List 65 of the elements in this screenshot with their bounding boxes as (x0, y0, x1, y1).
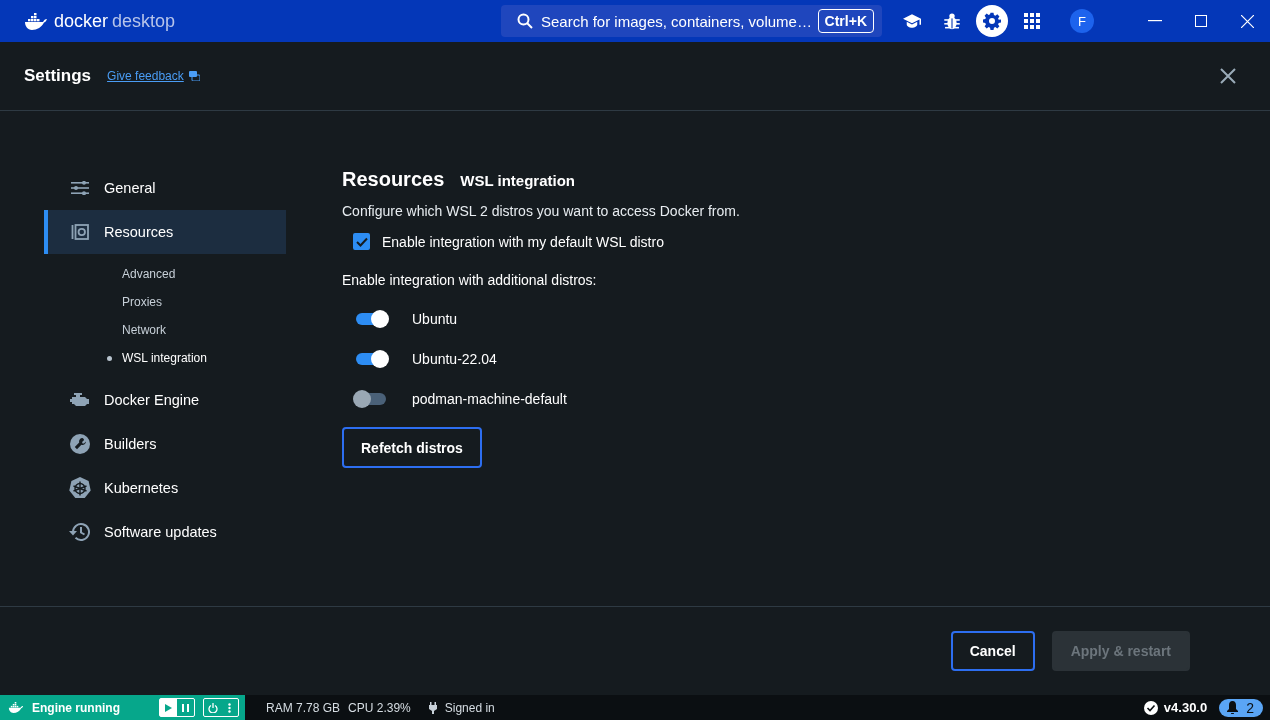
section-title: Resources (342, 168, 445, 191)
sidebar-item[interactable]: Docker Engine (44, 378, 286, 422)
description: Configure which WSL 2 distros you want to access Docker from. (342, 203, 740, 219)
toggle-switch[interactable] (356, 392, 386, 405)
helm-wheel-icon (69, 477, 91, 499)
settings-icon (983, 12, 1001, 30)
logo-text: docker (54, 10, 109, 32)
engine-status: Engine running (0, 695, 245, 720)
sidebar-subitem[interactable]: Network (44, 316, 286, 344)
section-subtitle: WSL integration (460, 172, 575, 189)
logo-text: desktop (112, 10, 176, 32)
checkbox-label: Enable integration with my default WSL distro (382, 233, 664, 250)
footer-button[interactable]: Cancel (950, 631, 1035, 671)
avatar[interactable]: F (1070, 9, 1094, 33)
notifications-badge[interactable]: 2 (1219, 698, 1263, 717)
sidebar-item[interactable]: Software updates (44, 510, 286, 554)
toggle-switch[interactable] (356, 352, 386, 365)
search-icon (517, 13, 533, 29)
toggle-switch[interactable] (356, 312, 386, 325)
sliders-icon (71, 181, 89, 195)
feedback-link[interactable]: Give feedback (107, 69, 200, 83)
wrench-icon (70, 434, 90, 454)
history-icon (69, 522, 91, 542)
more-icon[interactable] (228, 702, 231, 713)
sidebar-item[interactable]: Kubernetes (44, 466, 286, 510)
plug-icon (428, 701, 437, 714)
docker-whale-icon (24, 12, 48, 30)
engine-icon (70, 393, 90, 407)
docker-whale-icon (8, 702, 24, 713)
search-field[interactable]: Search for images, containers, volume… (541, 12, 810, 30)
play-icon[interactable] (165, 703, 172, 712)
close-icon (1240, 14, 1254, 28)
sidebar-item[interactable]: Resources (44, 210, 286, 254)
check-circle-icon (1143, 700, 1158, 715)
graduation-cap-icon (903, 13, 921, 29)
distro-name: Ubuntu (412, 310, 458, 327)
search-bar[interactable]: Search for images, containers, volume… Ctrl+K (501, 5, 882, 37)
toolbar-button[interactable] (976, 5, 1008, 37)
maximize-icon (1195, 15, 1207, 27)
checkbox[interactable] (353, 233, 370, 250)
engine-controls[interactable] (159, 698, 195, 717)
sidebar-item[interactable]: Builders (44, 422, 286, 466)
distros-label: Enable integration with additional distros: (342, 272, 598, 288)
refetch-button[interactable]: Refetch distros (342, 427, 482, 468)
power-icon[interactable] (207, 702, 218, 713)
sidebar-subitem[interactable]: WSL integration (44, 344, 286, 372)
sidebar-item[interactable]: General (44, 166, 286, 210)
bell-icon (1227, 701, 1239, 714)
cpu-usage: CPU 2.39% (348, 700, 411, 715)
minimize-icon (1148, 20, 1162, 22)
chat-icon (188, 71, 200, 81)
power-controls[interactable] (203, 698, 239, 717)
distro-name: podman-machine-default (412, 390, 567, 407)
bug-icon (944, 12, 960, 30)
sign-in-status: Signed in (444, 700, 495, 715)
close-icon[interactable] (1220, 68, 1236, 84)
page-title: Settings (24, 66, 92, 86)
pause-icon[interactable] (182, 703, 189, 712)
shortcut-key: Ctrl+K (817, 9, 874, 33)
sidebar-subitem[interactable]: Proxies (44, 288, 286, 316)
sidebar-subitem[interactable]: Advanced (44, 260, 286, 288)
version: v4.30.0 (1143, 700, 1208, 715)
distro-name: Ubuntu-22.04 (412, 350, 497, 367)
ram-usage: RAM 7.78 GB (266, 700, 341, 715)
apps-grid-icon (1024, 13, 1040, 29)
